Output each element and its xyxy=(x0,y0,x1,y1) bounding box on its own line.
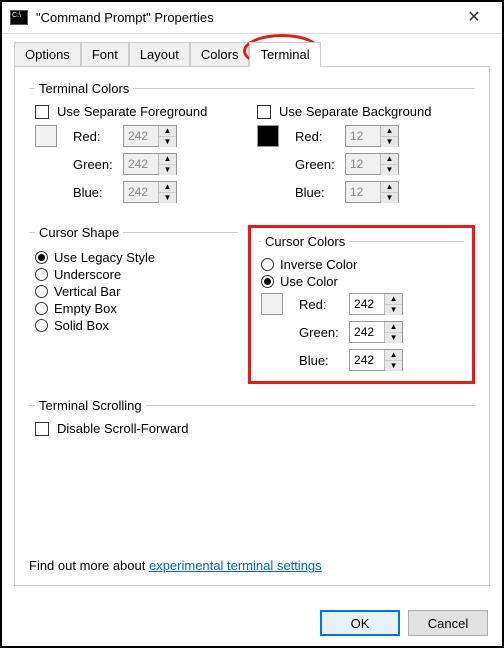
label-separate-fg: Use Separate Foreground xyxy=(57,104,207,119)
label-fg-blue: Blue: xyxy=(73,185,117,200)
spinner-bg-blue[interactable]: ▲▼ xyxy=(345,181,399,203)
group-terminal-colors: Terminal Colors Use Separate Foreground … xyxy=(29,81,475,211)
group-scrolling: Terminal Scrolling Disable Scroll-Forwar… xyxy=(29,398,475,444)
spinner-fg-red[interactable]: ▲▼ xyxy=(123,125,177,147)
annotation-highlight-box: Cursor Colors Inverse Color Use Color Re… xyxy=(248,225,475,384)
label-bg-blue: Blue: xyxy=(295,185,339,200)
label-bg-red: Red: xyxy=(295,129,339,144)
app-icon xyxy=(10,10,28,25)
ok-button[interactable]: OK xyxy=(320,610,400,636)
label-inverse: Inverse Color xyxy=(280,257,357,272)
label-disable-scroll: Disable Scroll-Forward xyxy=(57,421,188,436)
label-legacy: Use Legacy Style xyxy=(54,250,155,265)
help-prefix: Find out more about xyxy=(29,558,149,573)
label-solid: Solid Box xyxy=(54,318,109,333)
label-cc-red: Red: xyxy=(299,297,343,312)
swatch-cursor[interactable] xyxy=(261,293,283,315)
checkbox-separate-bg[interactable] xyxy=(257,105,271,119)
tab-font[interactable]: Font xyxy=(81,42,129,67)
label-separate-bg: Use Separate Background xyxy=(279,104,431,119)
spinner-fg-green[interactable]: ▲▼ xyxy=(123,153,177,175)
label-empty: Empty Box xyxy=(54,301,117,316)
legend-terminal-colors: Terminal Colors xyxy=(35,81,133,96)
chevron-up-icon: ▲ xyxy=(159,126,176,137)
spinner-bg-red[interactable]: ▲▼ xyxy=(345,125,399,147)
label-fg-red: Red: xyxy=(73,129,117,144)
radio-legacy[interactable] xyxy=(35,251,48,264)
tab-options[interactable]: Options xyxy=(14,42,81,67)
spinner-bg-green[interactable]: ▲▼ xyxy=(345,153,399,175)
checkbox-disable-scroll[interactable] xyxy=(35,422,49,436)
spinner-fg-blue[interactable]: ▲▼ xyxy=(123,181,177,203)
spinner-cc-blue[interactable]: ▲▼ xyxy=(349,349,403,371)
legend-cursor-colors: Cursor Colors xyxy=(261,234,349,249)
radio-usecolor[interactable] xyxy=(261,275,274,288)
spinner-cc-green[interactable]: ▲▼ xyxy=(349,321,403,343)
swatch-fg[interactable] xyxy=(35,125,57,147)
swatch-bg[interactable] xyxy=(257,125,279,147)
radio-underscore[interactable] xyxy=(35,268,48,281)
label-usecolor: Use Color xyxy=(280,274,338,289)
group-cursor-shape: Cursor Shape Use Legacy Style Underscore… xyxy=(29,225,238,343)
label-fg-green: Green: xyxy=(73,157,117,172)
radio-empty[interactable] xyxy=(35,302,48,315)
label-vbar: Vertical Bar xyxy=(54,284,120,299)
legend-scrolling: Terminal Scrolling xyxy=(35,398,146,413)
radio-inverse[interactable] xyxy=(261,258,274,271)
label-underscore: Underscore xyxy=(54,267,121,282)
tab-colors[interactable]: Colors xyxy=(190,42,250,67)
tab-terminal[interactable]: Terminal xyxy=(249,42,320,67)
tab-layout[interactable]: Layout xyxy=(129,42,190,67)
window-title: "Command Prompt" Properties xyxy=(36,10,454,25)
label-cc-green: Green: xyxy=(299,325,343,340)
radio-vbar[interactable] xyxy=(35,285,48,298)
radio-solid[interactable] xyxy=(35,319,48,332)
label-cc-blue: Blue: xyxy=(299,353,343,368)
spinner-cc-red[interactable]: ▲▼ xyxy=(349,293,403,315)
legend-cursor-shape: Cursor Shape xyxy=(35,225,123,240)
label-bg-green: Green: xyxy=(295,157,339,172)
help-link[interactable]: experimental terminal settings xyxy=(149,558,322,573)
group-cursor-colors: Cursor Colors Inverse Color Use Color Re… xyxy=(259,234,464,371)
close-icon[interactable]: ✕ xyxy=(454,2,494,34)
cancel-button[interactable]: Cancel xyxy=(408,610,488,636)
checkbox-separate-fg[interactable] xyxy=(35,105,49,119)
chevron-down-icon: ▼ xyxy=(159,137,176,147)
